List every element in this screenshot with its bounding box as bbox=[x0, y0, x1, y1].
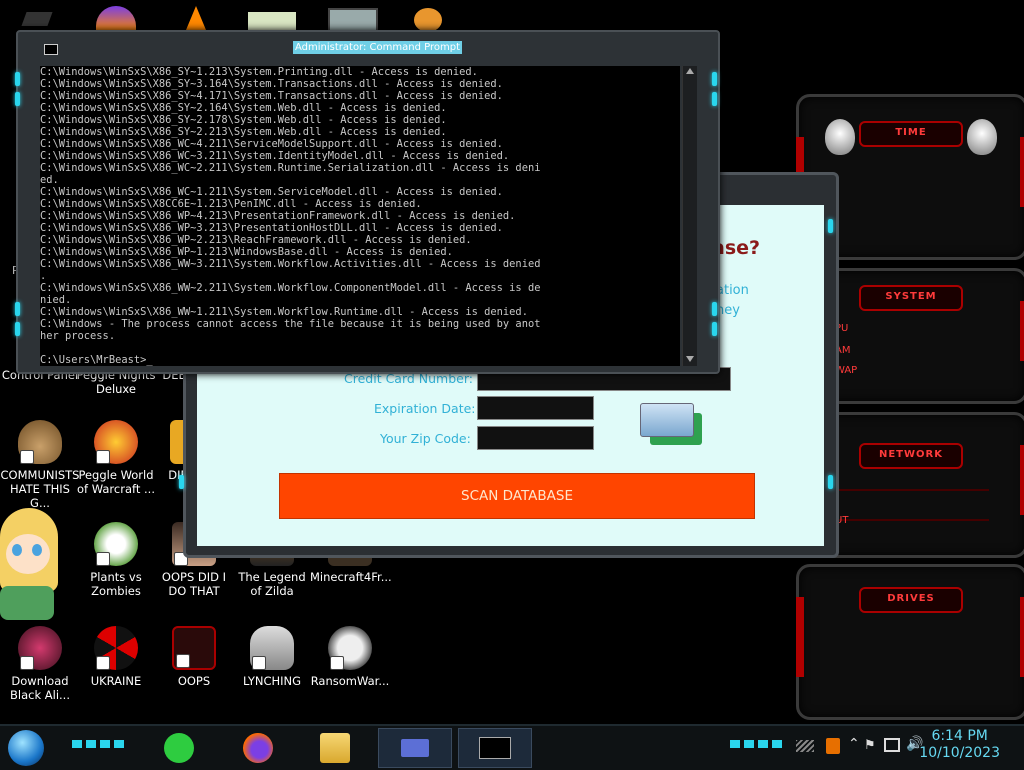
cmd-app-icon bbox=[44, 44, 58, 55]
desktop-icon-oops[interactable]: OOPS bbox=[154, 626, 234, 688]
desktop-icon-label: Download Black Ali... bbox=[10, 674, 70, 702]
cartoon-girl-image[interactable] bbox=[0, 500, 62, 620]
desktop-icon-label: LYNCHING bbox=[242, 674, 302, 688]
red-monitor-icon bbox=[172, 626, 216, 670]
desktop-icon-label: The Legend of Zilda bbox=[238, 570, 306, 598]
network-tray-icon[interactable] bbox=[884, 738, 900, 752]
show-desktop-icon[interactable] bbox=[796, 740, 814, 752]
clock-date: 10/10/2023 bbox=[919, 745, 1000, 761]
desktop-icon-plants-vs-zombies[interactable]: Plants vs Zombies bbox=[76, 522, 156, 598]
money-bag-icon bbox=[18, 420, 62, 464]
taskbar-clock[interactable]: 6:14 PM 10/10/2023 bbox=[919, 728, 1000, 762]
gadget-title-network: NETWORK bbox=[859, 443, 963, 469]
desktop-icon-label: UKRAINE bbox=[90, 674, 142, 688]
alien-orb-icon bbox=[18, 626, 62, 670]
cmd-title-bar[interactable]: Administrator: Command Prompt bbox=[18, 32, 718, 64]
dialog-side-text-1: ation bbox=[716, 283, 749, 298]
cmd-scrollbar[interactable] bbox=[682, 66, 697, 366]
desktop-icon-label: OOPS bbox=[177, 674, 211, 688]
graduation-cap-icon[interactable] bbox=[21, 12, 53, 26]
chevron-up-icon[interactable]: ⌃ bbox=[848, 736, 860, 752]
zip-code-label: Your Zip Code: bbox=[380, 431, 471, 446]
gadget-title-time: TIME bbox=[859, 121, 963, 147]
cmd-console-output[interactable]: C:\Windows\WinSxS\X86_SY~1.213\System.Pr… bbox=[40, 66, 680, 366]
gadget-title-drives: DRIVES bbox=[859, 587, 963, 613]
radiation-icon bbox=[94, 626, 138, 670]
expiration-date-input[interactable] bbox=[477, 396, 594, 420]
firefox-icon[interactable] bbox=[243, 733, 273, 763]
taskbar-cyan-lights-left bbox=[72, 740, 126, 748]
alien-head-right-icon bbox=[967, 119, 997, 155]
gadget-title-system: SYSTEM bbox=[859, 285, 963, 311]
vlc-icon[interactable] bbox=[186, 6, 206, 30]
skull-icon bbox=[328, 626, 372, 670]
desktop-icon-label: Plants vs Zombies bbox=[90, 570, 142, 598]
expiration-date-label: Expiration Date: bbox=[374, 401, 476, 416]
desktop-icon-peggle-wow[interactable]: Peggle World of Warcraft ... bbox=[76, 420, 156, 496]
orange-ball-icon[interactable] bbox=[414, 8, 442, 32]
start-orb-button[interactable] bbox=[8, 730, 44, 766]
taskbar-cmd-button[interactable] bbox=[458, 728, 532, 768]
desktop-icon-ransomware[interactable]: RansomWar... bbox=[310, 626, 390, 688]
desktop-top-icons bbox=[0, 0, 460, 38]
cmd-taskbar-icon bbox=[479, 737, 511, 759]
desktop-icon-lynching[interactable]: LYNCHING bbox=[232, 626, 312, 688]
notes-app-icon[interactable] bbox=[164, 733, 194, 763]
scroll-up-arrow-icon[interactable] bbox=[686, 68, 694, 74]
clock-time: 6:14 PM bbox=[931, 728, 988, 744]
desktop-icon-communists[interactable]: COMMUNISTS HATE THIS G... bbox=[0, 420, 80, 510]
peggle-p-icon bbox=[94, 420, 138, 464]
desktop-icon-label: Minecraft4Fr... bbox=[310, 570, 392, 584]
taskbar-scam-app-button[interactable] bbox=[378, 728, 452, 768]
cmd-window-title: Administrator: Command Prompt bbox=[293, 41, 462, 54]
java-tray-icon[interactable] bbox=[826, 738, 840, 754]
flag-icon[interactable]: ⚑ bbox=[864, 738, 876, 753]
desktop-icon-label: RansomWar... bbox=[310, 674, 390, 688]
taskbar-cyan-lights-right bbox=[730, 740, 784, 748]
desktop-icon-label: OOPS DID I DO THAT bbox=[161, 570, 227, 598]
firefox-developer-icon[interactable] bbox=[96, 6, 136, 32]
credit-cards-icon bbox=[640, 403, 706, 445]
file-explorer-icon[interactable] bbox=[320, 733, 350, 763]
desktop-icon-ukraine[interactable]: UKRAINE bbox=[76, 626, 156, 688]
zip-code-input[interactable] bbox=[477, 426, 594, 450]
taskbar: ⌃ ⚑ 🔊 6:14 PM 10/10/2023 bbox=[0, 724, 1024, 770]
scan-database-button[interactable]: SCAN DATABASE bbox=[279, 473, 755, 519]
desktop-icon-download-black[interactable]: Download Black Ali... bbox=[0, 626, 80, 702]
desktop-icon-label: Peggle World of Warcraft ... bbox=[77, 468, 155, 496]
cmd-output-text: C:\Windows\WinSxS\X86_SY~1.213\System.Pr… bbox=[40, 66, 541, 366]
flower-icon bbox=[94, 522, 138, 566]
alien-head-left-icon bbox=[825, 119, 855, 155]
command-prompt-window[interactable]: Administrator: Command Prompt C:\Windows… bbox=[15, 30, 720, 374]
credit-card-app-icon bbox=[401, 739, 429, 757]
shield-badge-icon bbox=[250, 626, 294, 670]
scroll-down-arrow-icon[interactable] bbox=[686, 356, 694, 362]
drives-gadget[interactable]: DRIVES bbox=[796, 564, 1024, 720]
